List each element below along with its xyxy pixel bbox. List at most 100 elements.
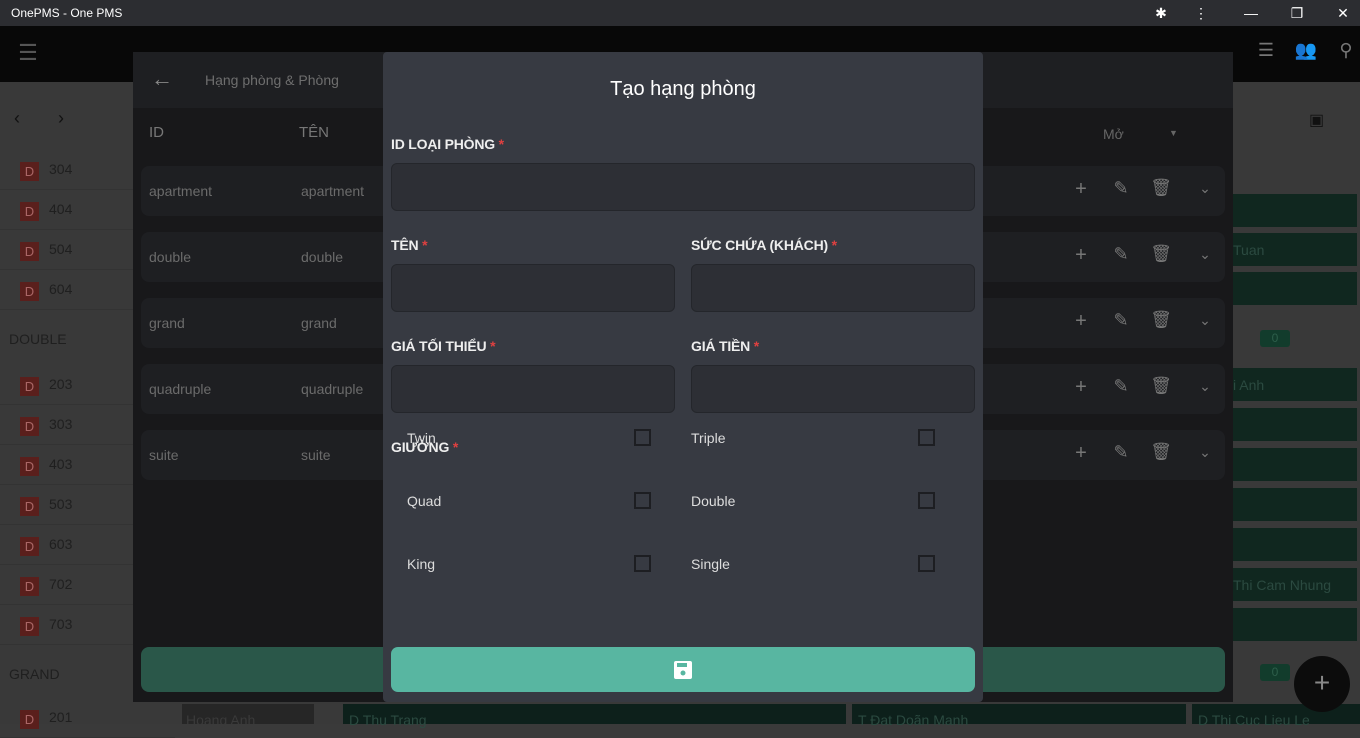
room-row[interactable]: D 201 [0,698,175,738]
add-icon[interactable]: + [1069,244,1093,267]
row-id: suite [149,447,179,463]
room-number: 304 [49,161,73,177]
bed-option-checkbox[interactable] [918,429,935,446]
bed-option-label: Twin [407,430,436,446]
add-icon[interactable]: + [1069,310,1093,333]
edit-icon[interactable]: ✎ [1109,376,1133,397]
room-number: 504 [49,241,73,257]
add-icon[interactable]: + [1069,178,1093,201]
room-status-badge: D [20,282,39,301]
row-name: apartment [301,183,365,199]
label-text: TÊN [391,237,419,253]
bed-option-checkbox[interactable] [918,555,935,572]
required-mark: * [452,439,459,455]
label-text: GIÁ TIỀN [691,338,751,354]
expand-icon[interactable]: ⌄ [1193,180,1217,197]
bed-option-label: King [407,556,436,572]
column-header-id: ID [149,124,164,141]
search-icon[interactable]: ⚲ [1332,40,1360,61]
booking[interactable]: Hoang Anh [182,704,314,728]
list-icon[interactable]: ☰ [1252,40,1280,61]
add-icon[interactable]: + [1069,376,1093,399]
booking[interactable]: T Đat Doãn Manh [852,704,1186,728]
room-number: 604 [49,281,73,297]
guest-name: Tuan [1233,242,1265,258]
booking[interactable]: D Thu Trang [343,704,846,728]
close-button[interactable]: ✕ [1320,0,1360,26]
delete-icon[interactable]: 🗑 [1149,442,1173,462]
menu-icon[interactable]: ☰ [14,40,42,66]
edit-icon[interactable]: ✎ [1109,310,1133,331]
expand-icon[interactable]: ⌄ [1193,378,1217,395]
min-price-input[interactable] [391,365,675,413]
room-number: 303 [49,416,73,432]
status-filter-select[interactable]: Mở ▼ [1103,126,1183,142]
row-id: quadruple [149,381,212,397]
room-status-badge: D [20,377,39,396]
expand-icon[interactable]: ⌄ [1193,444,1217,461]
bed-option-checkbox[interactable] [634,492,651,509]
row-name: suite [301,447,331,463]
booking-prefix: T [858,712,867,728]
prev-icon[interactable]: ‹ [14,108,20,129]
edit-icon[interactable]: ✎ [1109,178,1133,199]
bed-option-checkbox[interactable] [634,429,651,446]
restore-button[interactable]: ❐ [1274,0,1320,26]
window-title: OnePMS - One PMS [11,6,123,20]
edit-icon[interactable]: ✎ [1109,442,1133,463]
bed-option-checkbox[interactable] [634,555,651,572]
required-mark: * [422,237,428,253]
name-input[interactable] [391,264,675,312]
create-room-type-dialog: Tạo hạng phòng ID LOẠI PHÒNG * TÊN * SỨC… [383,52,983,702]
minimize-button[interactable]: — [1228,0,1274,26]
row-id: apartment [149,183,213,199]
add-icon[interactable]: + [1069,442,1093,465]
add-user-icon[interactable]: 👥 [1292,40,1320,61]
more-vert-icon[interactable]: ⋮ [1178,0,1224,26]
delete-icon[interactable]: 🗑 [1149,376,1173,396]
name-label: TÊN * [391,237,428,253]
price-input[interactable] [691,365,975,413]
delete-icon[interactable]: 🗑 [1149,178,1173,198]
bed-option-checkbox[interactable] [918,492,935,509]
panel-title: Hạng phòng & Phòng [205,72,339,88]
edit-icon[interactable]: ✎ [1109,244,1133,265]
booking-guest: Thu Trang [362,712,427,728]
room-number: 603 [49,536,73,552]
expand-icon[interactable]: ⌄ [1193,312,1217,329]
room-status-badge: D [20,617,39,636]
next-icon[interactable]: › [58,108,64,129]
room-status-badge: D [20,710,39,729]
save-icon [674,660,692,679]
row-name: double [301,249,344,265]
room-status-badge: D [20,202,39,221]
count-badge: 0 [1260,664,1290,681]
row-id: double [149,249,192,265]
save-button[interactable] [391,647,975,692]
bed-option-label: Triple [691,430,726,446]
delete-icon[interactable]: 🗑 [1149,310,1173,330]
required-mark: * [498,136,504,152]
room-status-badge: D [20,162,39,181]
room-status-badge: D [20,577,39,596]
room-number: 201 [49,709,73,725]
capacity-input[interactable] [691,264,975,312]
room-status-badge: D [20,242,39,261]
room-type-id-input[interactable] [391,163,975,211]
back-arrow-icon[interactable]: ← [151,66,173,92]
room-status-badge: D [20,537,39,556]
capacity-label: SỨC CHỨA (KHÁCH) * [691,237,837,253]
min-price-label: GIÁ TỐI THIỂU * [391,338,496,354]
booking-prefix: D [1198,712,1209,728]
guest-name: Thi Cam Nhung [1233,577,1332,593]
row-name: quadruple [301,381,364,397]
label-text: GIÁ TỐI THIỂU [391,338,487,354]
room-status-badge: D [20,497,39,516]
label-text: SỨC CHỨA (KHÁCH) [691,237,828,253]
fab-add-button[interactable]: + [1294,656,1350,712]
row-id: grand [149,315,185,331]
booking-prefix: D [349,712,360,728]
expand-icon[interactable]: ⌄ [1193,246,1217,263]
calendar-icon[interactable]: ▣ [1309,110,1324,130]
delete-icon[interactable]: 🗑 [1149,244,1173,264]
